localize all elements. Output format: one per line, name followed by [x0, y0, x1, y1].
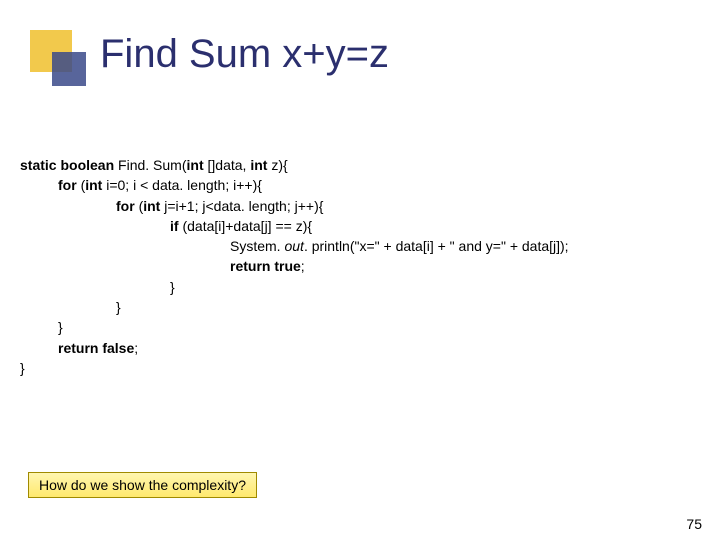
code-text: z){ [271, 157, 287, 173]
kw-return-true: return true [230, 258, 301, 274]
code-line-10: return false; [20, 338, 710, 358]
italic-out: out [284, 238, 303, 254]
page-number: 75 [686, 516, 702, 532]
code-line-5: System. out. println("x=" + data[i] + " … [20, 236, 710, 256]
code-text: ; [134, 340, 138, 356]
kw-return-false: return false [58, 340, 134, 356]
code-text: System. [230, 238, 284, 254]
kw-for: for [58, 177, 81, 193]
title-blue-square [52, 52, 86, 86]
code-line-7: } [20, 277, 710, 297]
kw-int: int [187, 157, 208, 173]
code-line-2: for (int i=0; i < data. length; i++){ [20, 175, 710, 195]
kw-int: int [85, 177, 106, 193]
slide-title: Find Sum x+y=z [100, 32, 389, 77]
code-text: ; [301, 258, 305, 274]
code-text: i=0; i < data. length; i++){ [106, 177, 262, 193]
kw-if: if [170, 218, 182, 234]
code-text: j=i+1; j<data. length; j++){ [164, 198, 323, 214]
kw-int: int [143, 198, 164, 214]
code-line-11: } [20, 358, 710, 378]
code-block: static boolean Find. Sum(int []data, int… [20, 155, 710, 378]
code-line-3: for (int j=i+1; j<data. length; j++){ [20, 196, 710, 216]
kw-for: for [116, 198, 139, 214]
kw-int: int [250, 157, 271, 173]
code-line-1: static boolean Find. Sum(int []data, int… [20, 155, 710, 175]
code-text: (data[i]+data[j] == z){ [182, 218, 312, 234]
code-line-4: if (data[i]+data[j] == z){ [20, 216, 710, 236]
title-decoration [30, 30, 86, 86]
code-line-8: } [20, 297, 710, 317]
code-line-6: return true; [20, 256, 710, 276]
question-callout: How do we show the complexity? [28, 472, 257, 498]
code-line-9: } [20, 317, 710, 337]
code-text: . println("x=" + data[i] + " and y=" + d… [304, 238, 569, 254]
code-text: Find. Sum( [118, 157, 186, 173]
kw-static-boolean: static boolean [20, 157, 118, 173]
code-text: []data, [208, 157, 251, 173]
